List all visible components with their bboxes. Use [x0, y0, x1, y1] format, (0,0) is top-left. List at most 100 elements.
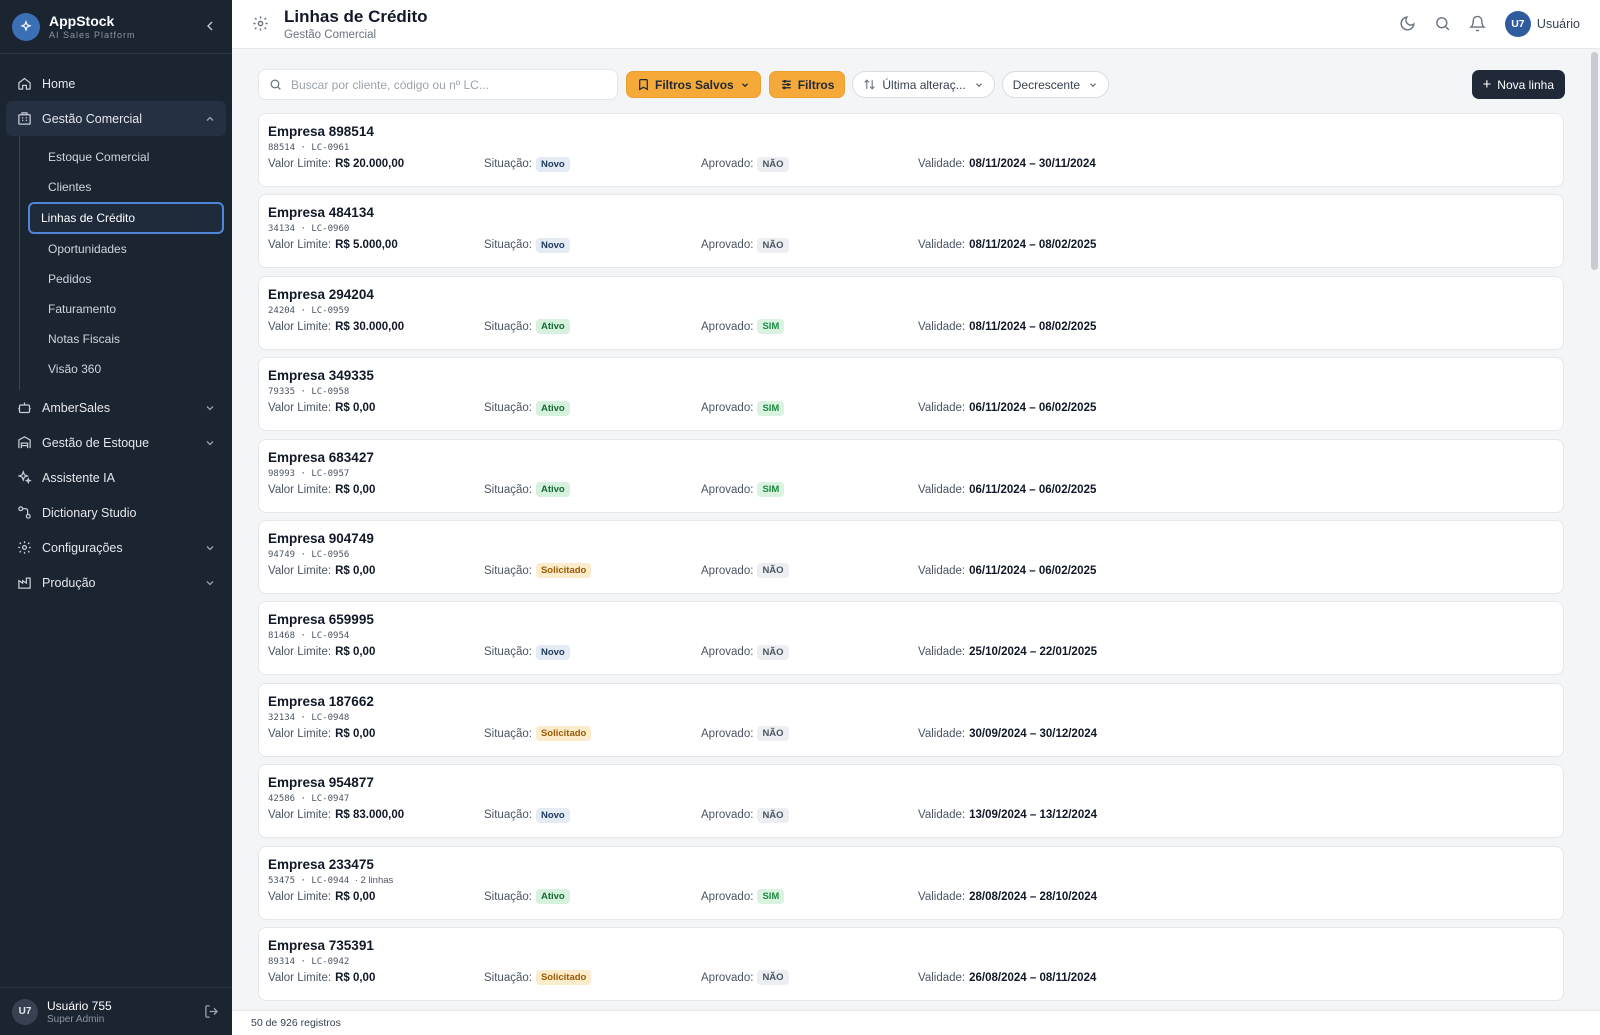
sort-order-select[interactable]: Decrescente	[1001, 71, 1110, 98]
list-item[interactable]: Empresa 294204 24204 · LC-0959 Valor Lim…	[258, 275, 1564, 350]
status-badge: Novo	[535, 237, 570, 253]
sidebar-user: U7 Usuário 755 Super Admin	[0, 987, 232, 1035]
sidebar-item-producao[interactable]: Produção	[6, 565, 226, 600]
list-item[interactable]: Empresa 659995 81468 · LC-0954 Valor Lim…	[258, 601, 1564, 676]
sidebar-subitem-clientes[interactable]: Clientes	[28, 172, 224, 202]
label-aprovado: Aprovado:	[701, 809, 754, 822]
record-meta: 24204 · LC-0959	[268, 305, 1554, 316]
sidebar-item-home[interactable]: Home	[6, 66, 226, 101]
list-item[interactable]: Empresa 898514 88514 · LC-0961 Valor Lim…	[258, 113, 1564, 187]
field-situacao: Situação: Solicitado	[484, 563, 592, 579]
theme-toggle-moon-icon[interactable]	[1399, 15, 1417, 33]
list-item[interactable]: Empresa 954877 42586 · LC-0947 Valor Lim…	[258, 764, 1564, 839]
factory-icon	[16, 575, 32, 591]
sidebar-item-gestao-comercial[interactable]: Gestão Comercial	[6, 101, 226, 136]
label-aprovado: Aprovado:	[701, 646, 754, 659]
gear-icon[interactable]	[252, 15, 270, 33]
sidebar-item-ambersales[interactable]: AmberSales	[6, 390, 226, 425]
client-code: 79335	[268, 387, 296, 398]
list-item[interactable]: Empresa 683427 98993 · LC-0957 Valor Lim…	[258, 438, 1564, 513]
list-item[interactable]: Empresa 904749 94749 · LC-0956 Valor Lim…	[258, 519, 1564, 594]
label-aprovado: Aprovado:	[701, 239, 754, 252]
collapse-sidebar-button[interactable]	[202, 18, 220, 36]
scrollbar[interactable]	[1591, 52, 1598, 270]
field-validade: Validade: 06/11/2024 – 06/02/2025	[918, 400, 1096, 416]
avatar[interactable]: U7	[12, 998, 38, 1025]
sort-arrows-icon	[863, 78, 876, 91]
plus-icon: +	[1482, 76, 1492, 93]
list-item[interactable]: Empresa 735391 89314 · LC-0942 Valor Lim…	[258, 926, 1564, 1001]
sidebar-subitem-linhas-de-credito[interactable]: Linhas de Crédito	[28, 202, 224, 234]
sidebar-item-label: Home	[42, 76, 76, 91]
new-line-button[interactable]: + Nova linha	[1471, 70, 1565, 99]
valor-limite: R$ 0,00	[335, 402, 376, 415]
separator: ·	[300, 549, 312, 560]
lc-number: LC-0948	[311, 712, 350, 723]
gear-icon	[16, 540, 32, 556]
record-meta: 34134 · LC-0960	[268, 223, 1554, 234]
chevron-down-icon	[204, 577, 216, 589]
search-input[interactable]	[291, 77, 607, 92]
valor-limite: R$ 5.000,00	[335, 239, 398, 252]
label-aprovado: Aprovado:	[701, 402, 754, 415]
sidebar-item-gestao-de-estoque[interactable]: Gestão de Estoque	[6, 425, 226, 460]
status-badge: Ativo	[535, 889, 570, 905]
client-code: 32134	[268, 712, 296, 723]
bell-icon[interactable]	[1468, 15, 1487, 33]
lc-number: LC-0957	[311, 468, 350, 479]
lc-number: LC-0959	[311, 305, 350, 316]
chevron-down-icon	[1088, 80, 1098, 90]
label-valor: Valor Limite:	[268, 483, 332, 496]
sidebar-item-dictionary-studio[interactable]: Dictionary Studio	[6, 495, 226, 530]
field-valor-limite: Valor Limite: R$ 0,00	[268, 889, 375, 905]
sort-field-select[interactable]: Última alteraç...	[852, 71, 995, 98]
record-fields: Valor Limite: R$ 0,00 Situação: Solicita…	[268, 970, 1554, 986]
sparkles-icon	[16, 470, 32, 486]
search-icon[interactable]	[1434, 15, 1452, 33]
saved-filters-button[interactable]: Filtros Salvos	[626, 71, 761, 98]
sidebar-subitem-visao-360[interactable]: Visão 360	[28, 354, 224, 384]
field-situacao: Situação: Solicitado	[484, 726, 592, 742]
client-code: 89314	[268, 956, 296, 967]
sidebar-subitem-notas-fiscais[interactable]: Notas Fiscais	[28, 324, 224, 354]
label-aprovado: Aprovado:	[701, 971, 754, 984]
subnav-gestao-comercial: Estoque Comercial Clientes Linhas de Cré…	[19, 136, 232, 390]
label-aprovado: Aprovado:	[701, 727, 754, 740]
sidebar-subitem-estoque-comercial[interactable]: Estoque Comercial	[28, 142, 224, 172]
field-validade: Validade: 06/11/2024 – 06/02/2025	[918, 563, 1096, 579]
approved-badge: NÃO	[757, 156, 789, 172]
field-aprovado: Aprovado: NÃO	[701, 237, 789, 253]
lc-number: LC-0942	[311, 956, 350, 967]
header-user-name[interactable]: Usuário	[1537, 17, 1580, 31]
record-meta: 81468 · LC-0954	[268, 630, 1554, 641]
field-validade: Validade: 26/08/2024 – 08/11/2024	[918, 970, 1096, 986]
filters-label: Filtros	[797, 77, 835, 92]
sidebar-subitem-oportunidades[interactable]: Oportunidades	[28, 234, 224, 264]
validity-range: 08/11/2024 – 08/02/2025	[969, 239, 1097, 252]
sidebar-subitem-faturamento[interactable]: Faturamento	[28, 294, 224, 324]
label-situacao: Situação:	[484, 971, 532, 984]
sidebar-subitem-pedidos[interactable]: Pedidos	[28, 264, 224, 294]
list-item[interactable]: Empresa 484134 34134 · LC-0960 Valor Lim…	[258, 194, 1564, 269]
sidebar-item-assistente-ia[interactable]: Assistente IA	[6, 460, 226, 495]
list-item[interactable]: Empresa 349335 79335 · LC-0958 Valor Lim…	[258, 357, 1564, 432]
sidebar-item-configuracoes[interactable]: Configurações	[6, 530, 226, 565]
client-code: 34134	[268, 224, 296, 235]
approved-badge: SIM	[757, 482, 785, 498]
avatar[interactable]: U7	[1504, 11, 1531, 37]
list-item[interactable]: Empresa 187662 32134 · LC-0948 Valor Lim…	[258, 682, 1564, 757]
label-aprovado: Aprovado:	[701, 320, 754, 333]
record-fields: Valor Limite: R$ 0,00 Situação: Novo Apr…	[268, 644, 1554, 660]
filters-button[interactable]: Filtros	[768, 71, 846, 98]
label-validade: Validade:	[918, 158, 966, 170]
building-icon	[16, 111, 32, 127]
validity-range: 08/11/2024 – 30/11/2024	[969, 158, 1096, 170]
user-info: Usuário 755 Super Admin	[47, 999, 204, 1025]
chevron-down-icon	[204, 542, 216, 554]
field-valor-limite: Valor Limite: R$ 30.000,00	[268, 319, 404, 335]
validity-range: 06/11/2024 – 06/02/2025	[969, 402, 1097, 415]
list-item[interactable]: Empresa 233475 53475 · LC-0944 · 2 linha…	[258, 845, 1564, 920]
brand-logo-icon[interactable]	[12, 12, 40, 41]
field-valor-limite: Valor Limite: R$ 0,00	[268, 970, 375, 986]
logout-button[interactable]	[204, 1004, 220, 1020]
